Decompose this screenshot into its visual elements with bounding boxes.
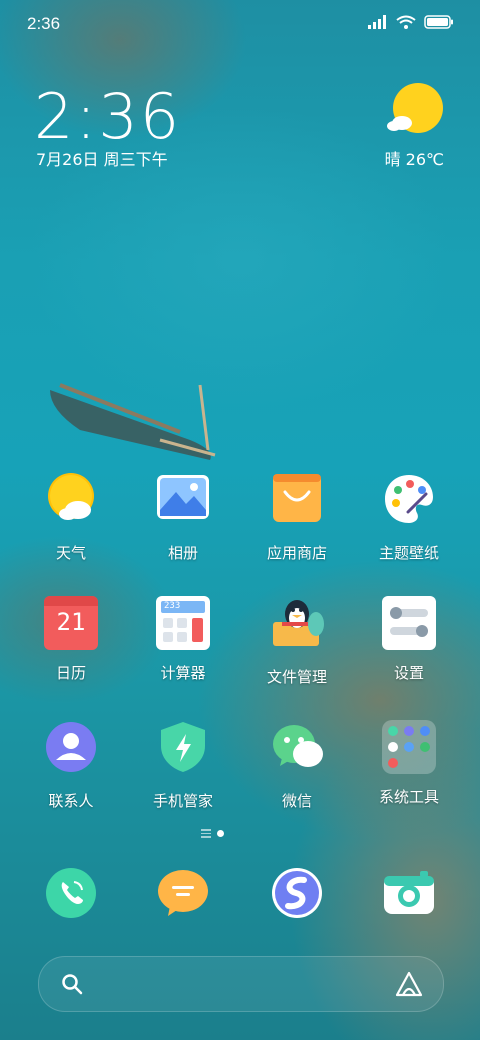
search-icon[interactable]	[61, 973, 83, 995]
app-gallery[interactable]: 相册	[128, 472, 238, 563]
calendar-date: 21	[56, 608, 86, 636]
file-manager-icon	[273, 600, 324, 646]
contacts-icon	[46, 722, 96, 772]
app-label: 系统工具	[378, 788, 439, 806]
clock-widget-time[interactable]: 2:36	[34, 80, 181, 153]
search-bar[interactable]	[38, 956, 444, 1012]
dock-camera[interactable]	[382, 866, 436, 920]
assistant-icon[interactable]	[395, 971, 423, 997]
system-tools-folder-icon	[382, 720, 436, 774]
signal-icon	[368, 15, 386, 29]
app-contacts[interactable]: 联系人	[16, 720, 126, 811]
calculator-icon: 233	[156, 596, 210, 650]
app-label: 主题壁纸	[378, 544, 439, 562]
app-wechat[interactable]: 微信	[242, 720, 352, 811]
app-label: 应用商店	[266, 544, 327, 562]
wallpaper-shipwreck	[50, 383, 216, 460]
calculator-display: 233	[164, 601, 181, 611]
page-indicator-lines	[201, 829, 211, 838]
gallery-icon	[157, 475, 209, 519]
status-icons	[368, 15, 454, 29]
settings-icon	[382, 596, 436, 650]
security-icon	[161, 722, 205, 772]
app-label: 计算器	[160, 664, 206, 682]
page-indicator[interactable]	[201, 829, 224, 838]
app-label: 手机管家	[152, 792, 213, 810]
app-label: 日历	[55, 664, 86, 682]
app-label: 相册	[167, 544, 198, 562]
app-label: 天气	[55, 544, 86, 562]
app-file-manager[interactable]: 文件管理	[242, 596, 352, 687]
status-time: 2:36	[27, 14, 61, 33]
page-indicator-dot	[217, 829, 224, 837]
app-settings[interactable]: 设置	[354, 596, 464, 683]
weather-text: 晴 26℃	[384, 150, 444, 169]
dock-phone[interactable]	[44, 866, 98, 920]
dock-browser[interactable]	[270, 866, 324, 920]
browser-icon	[272, 868, 322, 918]
wifi-icon	[396, 15, 416, 29]
app-security[interactable]: 手机管家	[128, 720, 238, 811]
weather-sun-icon[interactable]	[384, 82, 444, 142]
wechat-icon	[273, 725, 323, 767]
calendar-icon: 21	[44, 596, 98, 650]
app-weather[interactable]: 天气	[16, 472, 126, 563]
battery-icon	[424, 15, 453, 29]
weather-icon	[48, 473, 94, 520]
app-store[interactable]: 应用商店	[242, 472, 352, 563]
status-bar: 2:36	[0, 0, 480, 48]
clock-widget-date: 7月26日 周三下午	[36, 150, 168, 169]
app-store-icon	[273, 474, 321, 522]
folder-system-tools[interactable]: 系统工具	[354, 720, 464, 807]
app-label: 微信	[281, 792, 312, 810]
app-label: 设置	[393, 664, 424, 682]
dock-messages[interactable]	[156, 866, 210, 920]
app-calendar[interactable]: 21 日历	[16, 596, 126, 683]
app-calculator[interactable]: 233 计算器	[128, 596, 238, 683]
phone-icon	[46, 868, 96, 918]
app-themes[interactable]: 主题壁纸	[354, 472, 464, 563]
camera-icon	[384, 871, 434, 914]
messages-icon	[158, 870, 208, 916]
app-label: 联系人	[48, 792, 94, 810]
app-label: 文件管理	[266, 668, 327, 686]
themes-icon	[385, 475, 433, 523]
